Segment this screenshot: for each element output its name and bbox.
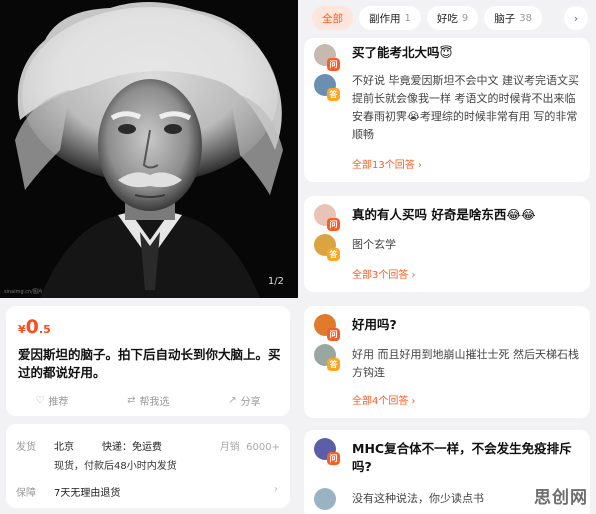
question-badge: 问 [327,452,340,465]
question-text: 好用吗? [352,317,397,332]
question-text: MHC复合体不一样，不会发生免疫排斥吗? [352,441,572,474]
product-panel: sinaimg.cn/图片 1/2 ¥0.5 爱因斯坦的脑子。拍下后自动长到你大… [0,0,298,514]
chevron-right-icon: › [573,11,579,25]
tab-side-effects[interactable]: 副作用 1 [359,6,421,30]
price-currency: ¥ [18,323,26,336]
answer-badge: 答 [327,248,340,261]
sales-value: 6000+ [246,442,280,453]
answer-text: 好用 而且好用到地崩山摧壮士死 然后天梯石栈方钩连 [352,348,579,379]
answer-text: 不好说 毕竟爱因斯坦不会中文 建议考完语文买 提前长就会像我一样 考语文的时候背… [352,74,579,141]
tab-count: 38 [519,12,532,24]
question-badge: 问 [327,218,340,231]
shipping-label: 发货 [16,442,36,453]
site-watermark: 思创网 [534,488,588,508]
qa-item[interactable]: 问 真的有人买吗 好奇是啥东西😂😂 答 图个玄学 全部3个回答 › [304,196,590,292]
tab-count: 9 [461,12,469,24]
avatar [314,488,336,510]
price-integer: 0 [25,316,39,338]
product-description: 爱因斯坦的脑子。拍下后自动长到你大脑上。买过的都说好用。 [18,347,281,380]
question-badge: 问 [327,58,340,71]
tab-brain[interactable]: 脑子 38 [484,6,542,30]
product-info-card: ¥0.5 爱因斯坦的脑子。拍下后自动长到你大脑上。买过的都说好用。 ♡ 推荐 ⇄… [6,306,290,416]
image-credit: sinaimg.cn/图片 [4,289,43,295]
answer-badge: 答 [327,88,340,101]
view-all-answers-link[interactable]: 全部4个回答 › [352,392,416,407]
thumb-up-icon: ♡ [35,394,45,406]
question-text: 买了能考北大吗😇 [352,45,453,60]
tab-label: 副作用 [369,12,401,25]
tab-all[interactable]: 全部 [312,6,353,30]
image-counter: 1/2 [267,276,284,287]
tab-label: 脑子 [494,12,516,25]
help-choose-icon: ⇄ [127,394,136,406]
recommend-button[interactable]: ♡ 推荐 [35,393,68,408]
qa-item[interactable]: 问 好用吗? 答 好用 而且好用到地崩山摧壮士死 然后天梯石栈方钩连 全部4个回… [304,306,590,418]
product-photo[interactable]: sinaimg.cn/图片 1/2 [0,0,298,298]
price-decimal: .5 [38,323,51,336]
shipping-delivery: 快递：免运费 [102,442,162,453]
share-label: 分享 [240,396,261,408]
help-choose-label: 帮我选 [139,396,170,408]
monthly-sales: 月销 6000+ [220,438,280,453]
answer-badge: 答 [327,358,340,371]
chevron-right-icon[interactable]: › [274,484,278,495]
action-bar: ♡ 推荐 ⇄ 帮我选 ↗ 分享 [6,390,290,410]
question-text: 真的有人买吗 好奇是啥东西😂😂 [352,207,536,222]
tab-label: 好吃 [436,12,458,25]
tabs-more-button[interactable]: › [564,6,588,30]
qa-panel: 全部 副作用 1 好吃 9 脑子 38 › 问 买了能考北大吗😇 答 不好说 毕竟爱因… [298,0,596,514]
guarantee-value: 7天无理由退货 [54,488,121,499]
qa-tabs: 全部 副作用 1 好吃 9 脑子 38 [298,0,596,36]
answer-text: 图个玄学 [352,238,396,251]
price: ¥0.5 [18,316,51,338]
shipping-detail: 现货，付款后48小时内发货 [54,461,177,472]
share-button[interactable]: ↗ 分享 [228,393,260,408]
tab-tasty[interactable]: 好吃 9 [426,6,479,30]
sales-label: 月销 [219,442,240,453]
share-icon: ↗ [228,394,237,406]
qa-item[interactable]: 问 买了能考北大吗😇 答 不好说 毕竟爱因斯坦不会中文 建议考完语文买 提前长就… [304,38,590,182]
shipping-card[interactable]: 发货 北京 快递：免运费 月销 6000+ 现货，付款后48小时内发货 保障 7… [6,424,290,508]
help-choose-button[interactable]: ⇄ 帮我选 [127,393,169,408]
portrait-image [0,0,298,298]
view-all-answers-link[interactable]: 全部3个回答 › [352,266,416,281]
question-badge: 问 [327,328,340,341]
tab-count: 1 [404,12,411,24]
shipping-location: 北京 [54,442,74,453]
guarantee-label: 保障 [16,488,36,499]
screenshot-root: sinaimg.cn/图片 1/2 ¥0.5 爱因斯坦的脑子。拍下后自动长到你大… [0,0,596,514]
recommend-label: 推荐 [48,396,69,408]
tab-label: 全部 [322,12,343,25]
view-all-answers-link[interactable]: 全部13个回答 › [352,156,422,171]
